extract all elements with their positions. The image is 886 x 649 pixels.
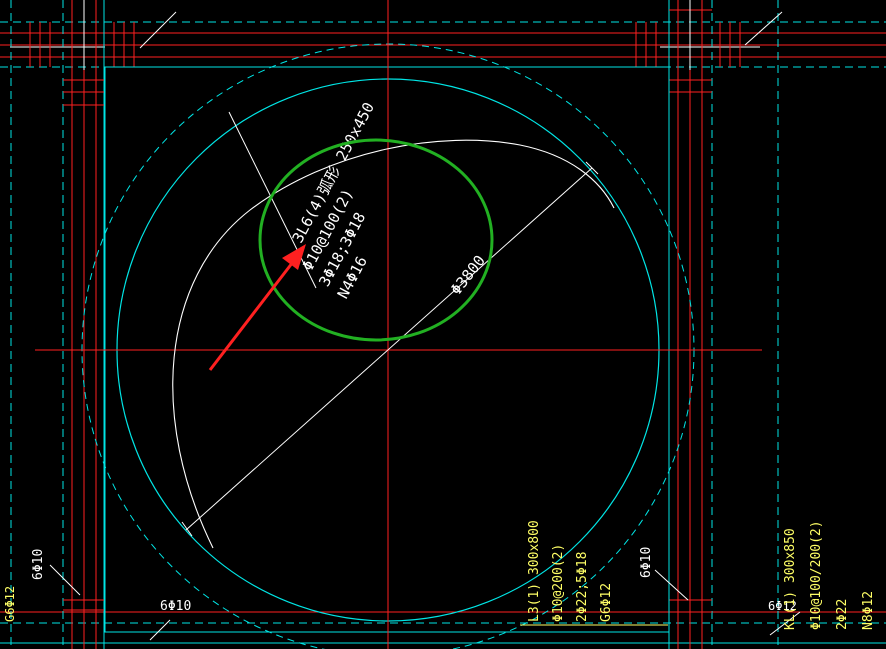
leader-top-left bbox=[139, 11, 177, 49]
left-column-band bbox=[10, 0, 105, 649]
leader-right bbox=[654, 569, 689, 601]
beam-l3-line4: G6Φ12 bbox=[599, 583, 614, 622]
beam-kl-line4: N8Φ12 bbox=[861, 591, 876, 630]
diameter-label: Φ3800 bbox=[447, 252, 489, 299]
top-beam-rebar bbox=[0, 32, 886, 58]
cad-drawing-canvas[interactable]: 3L6(4)弧形 250x450 Φ10@100(2) 3Φ18;3Φ18 N4… bbox=[0, 0, 886, 649]
rebar-label-right-vertical: 6Φ10 bbox=[639, 547, 654, 578]
rebar-label-left-vertical: 6Φ10 bbox=[31, 549, 46, 580]
drawing-svg: 3L6(4)弧形 250x450 Φ10@100(2) 3Φ18;3Φ18 N4… bbox=[0, 0, 886, 649]
leader-top-right bbox=[744, 11, 783, 46]
beam-l3-line1: L3(1) 300x800 bbox=[527, 520, 542, 622]
beam-kl-line1: KL(1) 300x850 bbox=[783, 528, 798, 630]
rebar-label-bottom-left: 6Φ10 bbox=[160, 599, 191, 614]
beam-label-group: 3L6(4)弧形 250x450 Φ10@100(2) 3Φ18;3Φ18 N4… bbox=[289, 99, 378, 301]
bottom-beam-band bbox=[0, 622, 886, 644]
beam-l3-line3: 2Φ22;5Φ18 bbox=[575, 552, 590, 622]
leader-left bbox=[49, 564, 81, 596]
diameter-line bbox=[185, 167, 593, 531]
arc-beam bbox=[172, 139, 615, 549]
beam-l3-line2: Φ10@200(2) bbox=[551, 544, 566, 622]
beam-l3-group: L3(1) 300x800 Φ10@200(2) 2Φ22;5Φ18 G6Φ12 bbox=[527, 520, 614, 622]
beam-kl-group: KL(1) 300x850 Φ10@100/200(2) 2Φ22 N8Φ12 bbox=[783, 520, 876, 630]
beam-kl-line2: Φ10@100/200(2) bbox=[809, 520, 824, 630]
right-column-band bbox=[668, 0, 779, 649]
beam-kl-line3: 2Φ22 bbox=[835, 599, 850, 630]
diameter-tick-start bbox=[181, 521, 193, 537]
rebar-label-left-edge: G6Φ12 bbox=[3, 586, 17, 622]
